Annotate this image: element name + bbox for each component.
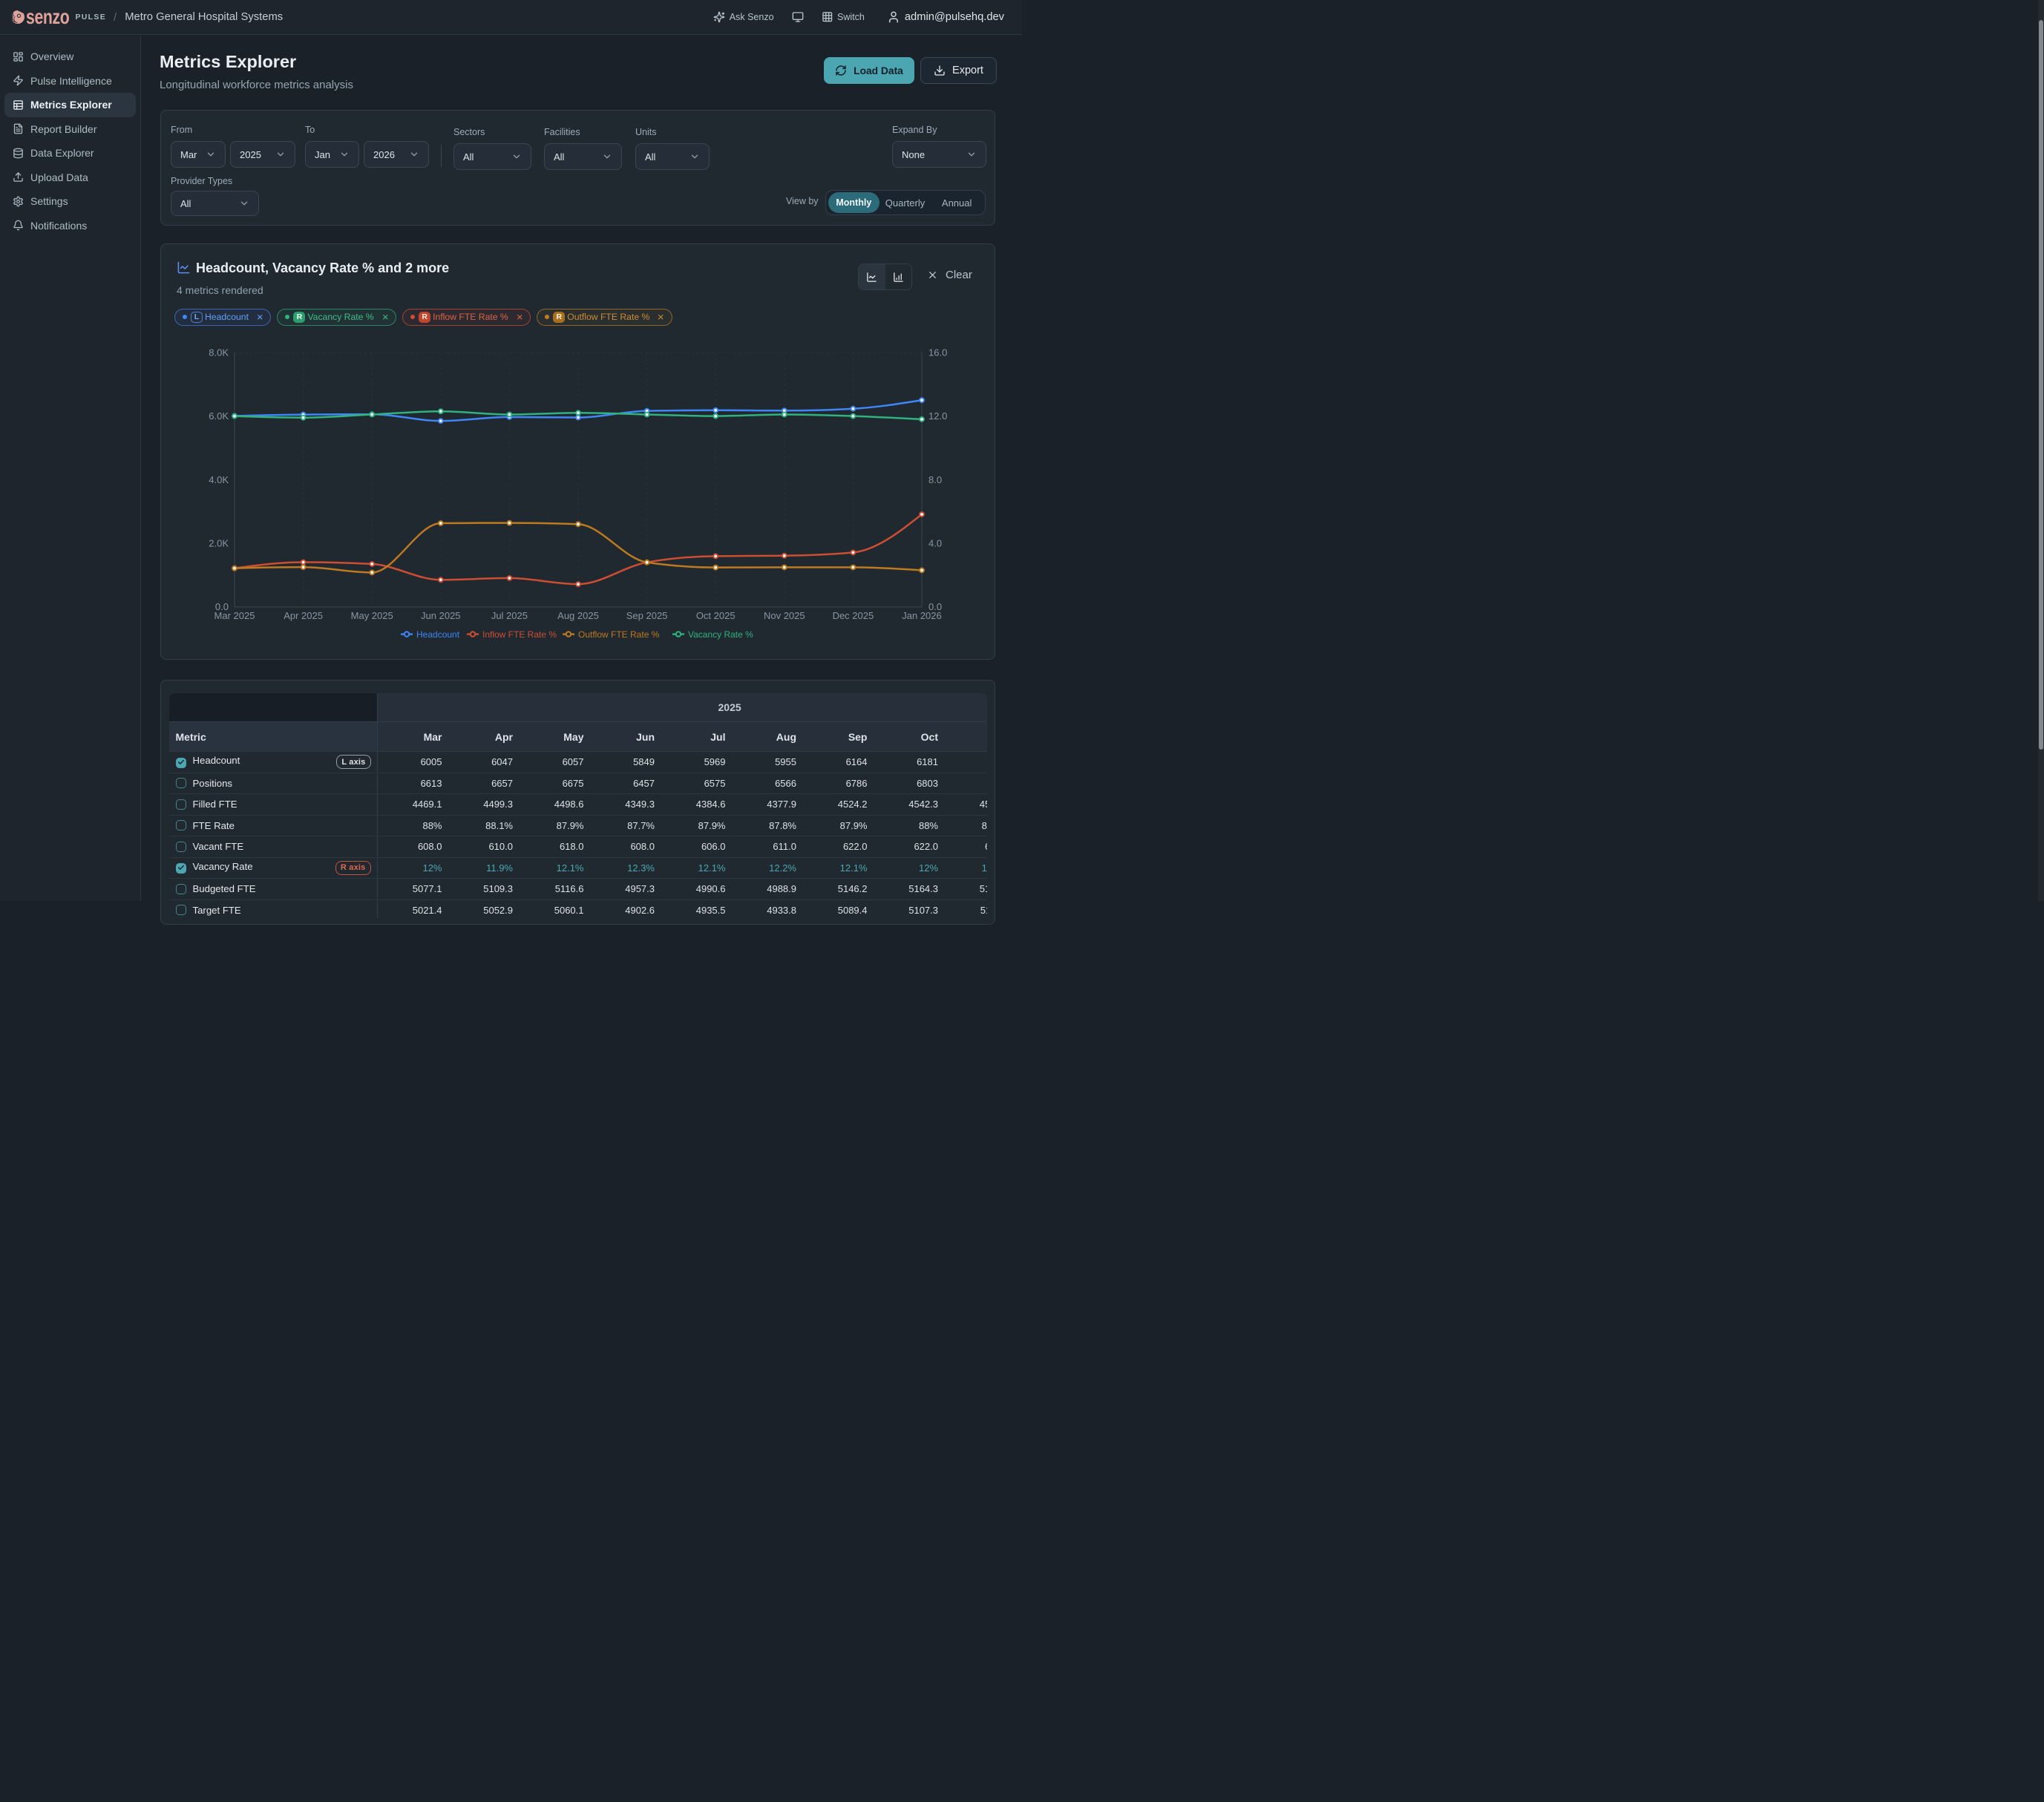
svg-text:Dec 2025: Dec 2025 [833, 610, 874, 621]
svg-text:Jul 2025: Jul 2025 [491, 610, 528, 621]
svg-text:Oct 2025: Oct 2025 [696, 610, 736, 621]
svg-text:Vacancy Rate %: Vacancy Rate % [688, 629, 753, 640]
svg-text:8.0K: 8.0K [209, 347, 229, 358]
svg-text:Sep 2025: Sep 2025 [626, 610, 668, 621]
svg-text:Jun 2025: Jun 2025 [421, 610, 461, 621]
svg-text:Inflow FTE Rate %: Inflow FTE Rate % [482, 629, 557, 640]
svg-text:Jan 2026: Jan 2026 [902, 610, 942, 621]
svg-text:4.0: 4.0 [928, 538, 942, 549]
svg-text:Outflow FTE Rate %: Outflow FTE Rate % [578, 629, 660, 640]
svg-text:May 2025: May 2025 [351, 610, 393, 621]
svg-text:Nov 2025: Nov 2025 [764, 610, 805, 621]
svg-text:8.0: 8.0 [928, 474, 942, 485]
svg-text:4.0K: 4.0K [209, 474, 229, 485]
svg-text:6.0K: 6.0K [209, 410, 229, 422]
svg-text:12.0: 12.0 [928, 410, 947, 422]
svg-text:Aug 2025: Aug 2025 [557, 610, 599, 621]
svg-text:Mar 2025: Mar 2025 [214, 610, 255, 621]
svg-text:Apr 2025: Apr 2025 [284, 610, 323, 621]
svg-text:16.0: 16.0 [928, 347, 947, 358]
svg-text:2.0K: 2.0K [209, 538, 229, 549]
svg-text:Headcount: Headcount [416, 629, 460, 640]
